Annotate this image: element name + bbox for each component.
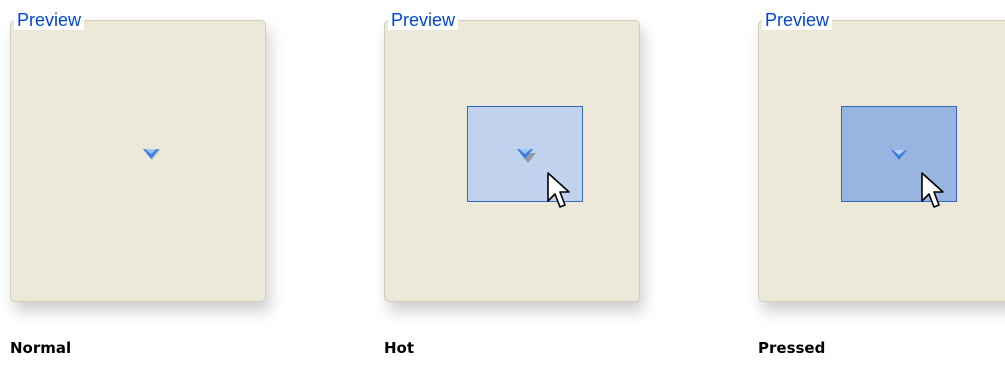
chevron-down-icon [891,150,907,160]
chevron-down-icon [517,149,536,163]
preview-panel-hot: Preview Hot [374,0,644,367]
preview-groupbox [758,20,1005,302]
preview-panel-pressed: Preview Pressed [748,0,1005,367]
state-label: Pressed [758,339,826,357]
groupbox-legend: Preview [762,10,833,30]
dropdown-arrow-button[interactable] [467,106,583,208]
state-label: Hot [384,339,415,357]
mouse-pointer-icon [921,172,944,208]
dropdown-arrow-button[interactable] [93,106,209,202]
chevron-down-icon [143,149,160,160]
preview-panel-normal: Preview Normal [0,0,270,367]
preview-groupbox [10,20,266,302]
groupbox-legend: Preview [388,10,459,30]
dropdown-arrow-button[interactable] [841,106,957,208]
preview-groupbox [384,20,640,302]
state-label: Normal [10,339,72,357]
groupbox-legend: Preview [14,10,85,30]
mouse-pointer-icon [547,172,570,208]
